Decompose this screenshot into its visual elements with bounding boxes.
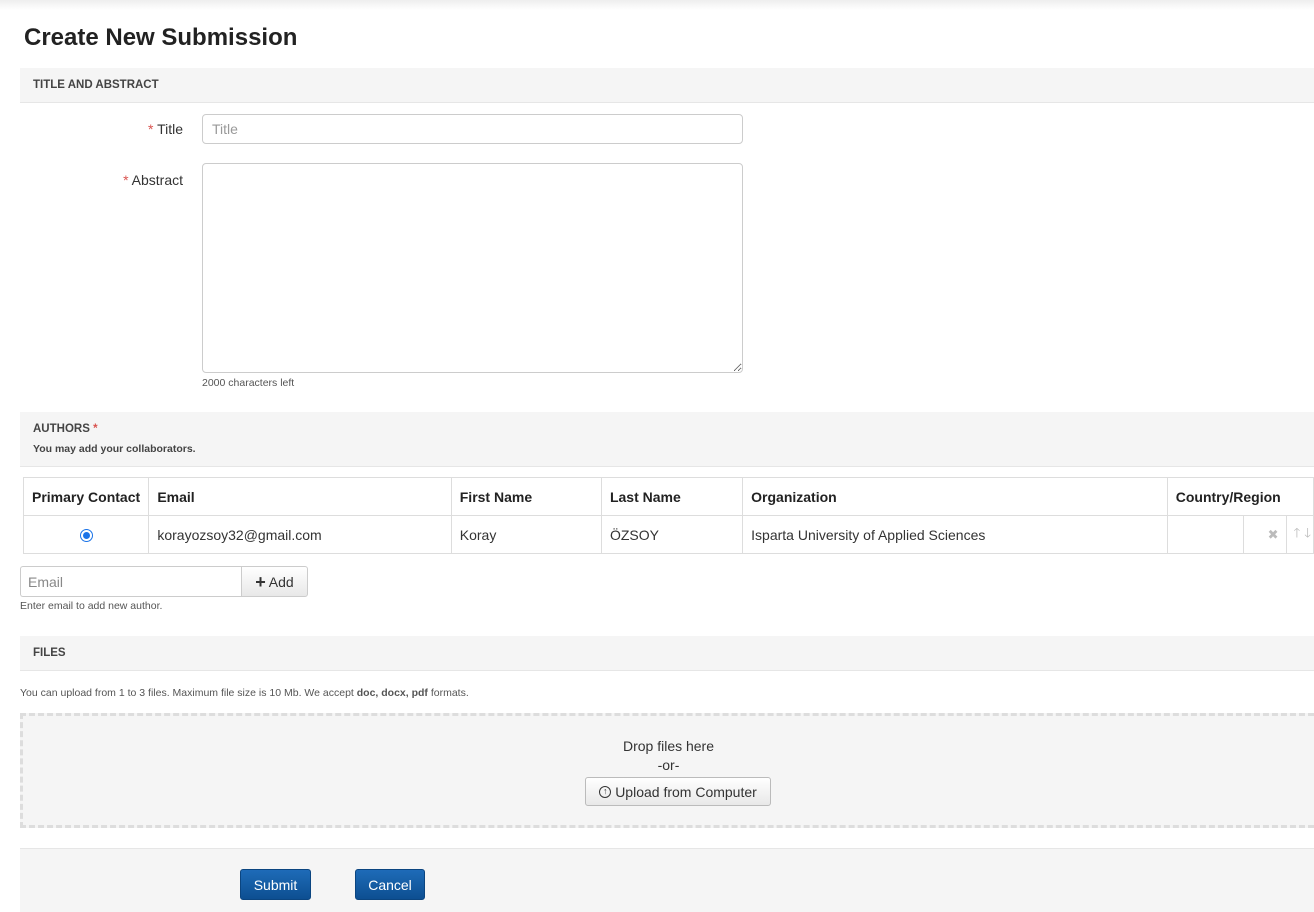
add-author-button[interactable]: + Add (241, 566, 308, 597)
upload-from-computer-button[interactable]: ↑ Upload from Computer (585, 777, 771, 806)
or-text: -or- (657, 757, 680, 773)
title-input[interactable] (202, 114, 743, 144)
email-cell: korayozsoy32@gmail.com (148, 515, 452, 554)
required-mark: * (123, 172, 129, 188)
add-author-email-input[interactable] (20, 566, 241, 597)
col-organization: Organization (742, 477, 1168, 516)
col-country-region: Country/Region (1166, 477, 1314, 516)
col-last-name: Last Name (600, 477, 744, 516)
abstract-textarea[interactable] (202, 163, 743, 373)
section-label: FILES (33, 647, 66, 659)
files-info-suffix: formats. (427, 687, 469, 699)
authors-subtitle: You may add your collaborators. (33, 443, 196, 455)
plus-icon: + (255, 571, 266, 592)
table-header-row: Primary Contact Email First Name Last Na… (22, 477, 1314, 516)
authors-label-text: AUTHORS (33, 423, 90, 435)
page-title: Create New Submission (24, 24, 298, 51)
abstract-label: * Abstract (23, 172, 183, 188)
section-authors: AUTHORS * You may add your collaborators… (20, 412, 1314, 467)
col-primary-contact: Primary Contact (22, 477, 150, 516)
files-info: You can upload from 1 to 3 files. Maximu… (20, 687, 469, 699)
table-row: korayozsoy32@gmail.com Koray ÖZSOY Ispar… (22, 515, 1314, 554)
add-button-label: Add (268, 573, 294, 590)
section-files: FILES (20, 636, 1314, 671)
upload-button-label: Upload from Computer (615, 783, 757, 800)
arrow-up-icon[interactable]: 🡑 (1287, 524, 1302, 546)
title-label-text: Title (157, 121, 183, 137)
last-name-cell: ÖZSOY (600, 515, 744, 554)
col-email: Email (148, 477, 452, 516)
abstract-label-text: Abstract (131, 172, 183, 188)
section-label: AUTHORS * (33, 423, 98, 435)
upload-circle-icon: ↑ (599, 785, 612, 798)
top-shadow (0, 0, 1314, 10)
col-first-name: First Name (450, 477, 602, 516)
close-icon[interactable]: ✖ (1260, 527, 1287, 543)
country-cell (1166, 515, 1244, 554)
form-footer: Submit Cancel (20, 848, 1314, 912)
add-author-group: + Add (20, 566, 308, 597)
section-label: TITLE AND ABSTRACT (33, 79, 159, 91)
chars-left-counter: 2000 characters left (202, 377, 295, 389)
organization-cell: Isparta University of Applied Sciences (742, 515, 1168, 554)
primary-contact-radio[interactable] (79, 529, 93, 543)
files-info-formats: doc, docx, pdf (356, 687, 428, 699)
authors-table: Primary Contact Email First Name Last Na… (22, 477, 1314, 554)
row-actions: ✖ 🡑 🡓 (1244, 516, 1313, 553)
section-title-abstract: TITLE AND ABSTRACT (20, 68, 1314, 103)
required-mark: * (93, 423, 98, 435)
row-actions-cell: ✖ 🡑 🡓 (1242, 515, 1314, 554)
title-label: * Title (23, 121, 183, 137)
first-name-cell: Koray (450, 515, 602, 554)
required-mark: * (147, 121, 154, 137)
arrow-down-icon[interactable]: 🡓 (1302, 524, 1313, 546)
cancel-button[interactable]: Cancel (355, 869, 425, 900)
submit-button[interactable]: Submit (240, 869, 311, 900)
add-author-hint: Enter email to add new author. (20, 600, 163, 612)
files-info-prefix: You can upload from 1 to 3 files. Maximu… (20, 687, 357, 699)
drop-files-text: Drop files here (622, 738, 715, 754)
primary-contact-cell (22, 515, 150, 554)
file-dropzone[interactable]: Drop files here -or- ↑ Upload from Compu… (20, 713, 1314, 828)
